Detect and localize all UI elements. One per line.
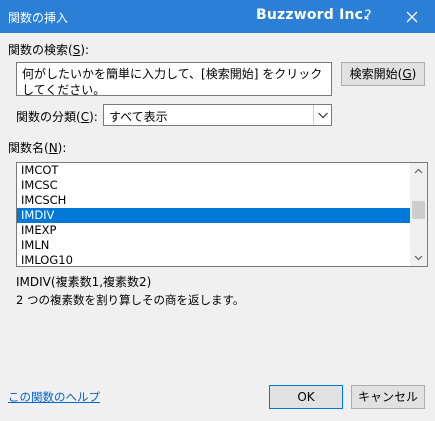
chevron-down-icon xyxy=(414,255,423,261)
dropdown-arrow[interactable] xyxy=(313,105,331,125)
close-button[interactable] xyxy=(402,7,422,27)
list-item[interactable]: IMEXP xyxy=(17,223,410,238)
search-label: 関数の検索(S): xyxy=(8,43,90,57)
vertical-scrollbar[interactable] xyxy=(410,163,427,266)
function-list-items: IMCOT IMCSC IMCSCH IMDIV IMEXP IMLN IMLOG10 xyxy=(17,163,410,266)
list-item[interactable]: IMLN xyxy=(17,238,410,253)
list-item[interactable]: IMLOG10 xyxy=(17,253,410,266)
chevron-up-icon xyxy=(414,168,423,174)
function-syntax: IMDIV(複素数1,複素数2) xyxy=(16,275,152,289)
search-start-button[interactable]: 検索開始(G) xyxy=(341,62,425,86)
category-select[interactable]: すべて表示 xyxy=(103,104,332,126)
list-item[interactable]: IMCOT xyxy=(17,163,410,178)
category-label: 関数の分類(C): xyxy=(16,110,98,124)
scroll-down-button[interactable] xyxy=(410,249,427,266)
function-list[interactable]: IMCOT IMCSC IMCSCH IMDIV IMEXP IMLN IMLOG10 xyxy=(16,162,428,267)
chevron-down-icon xyxy=(318,112,328,119)
search-input[interactable]: 何がしたいかを簡単に入力して、[検索開始] をクリックしてください。 xyxy=(16,62,332,96)
list-item[interactable]: IMDIV xyxy=(17,208,410,223)
brand-name: Buzzword Inc. xyxy=(256,7,369,23)
dialog-title: 関数の挿入 xyxy=(8,11,69,25)
title-bar: 関数の挿入 Buzzword Inc. ? xyxy=(0,0,435,33)
close-icon xyxy=(406,11,418,23)
scroll-up-button[interactable] xyxy=(410,163,427,180)
function-name-label: 関数名(N): xyxy=(8,141,67,155)
help-button[interactable]: ? xyxy=(358,6,378,26)
category-value: すべて表示 xyxy=(109,110,168,124)
function-description: 2 つの複素数を割り算しその商を返します。 xyxy=(16,293,245,307)
function-help-link[interactable]: この関数のヘルプ xyxy=(8,389,100,405)
scrollbar-thumb[interactable] xyxy=(412,201,425,219)
cancel-button[interactable]: キャンセル xyxy=(351,385,425,409)
list-item[interactable]: IMCSCH xyxy=(17,193,410,208)
ok-button[interactable]: OK xyxy=(269,385,343,409)
list-item[interactable]: IMCSC xyxy=(17,178,410,193)
